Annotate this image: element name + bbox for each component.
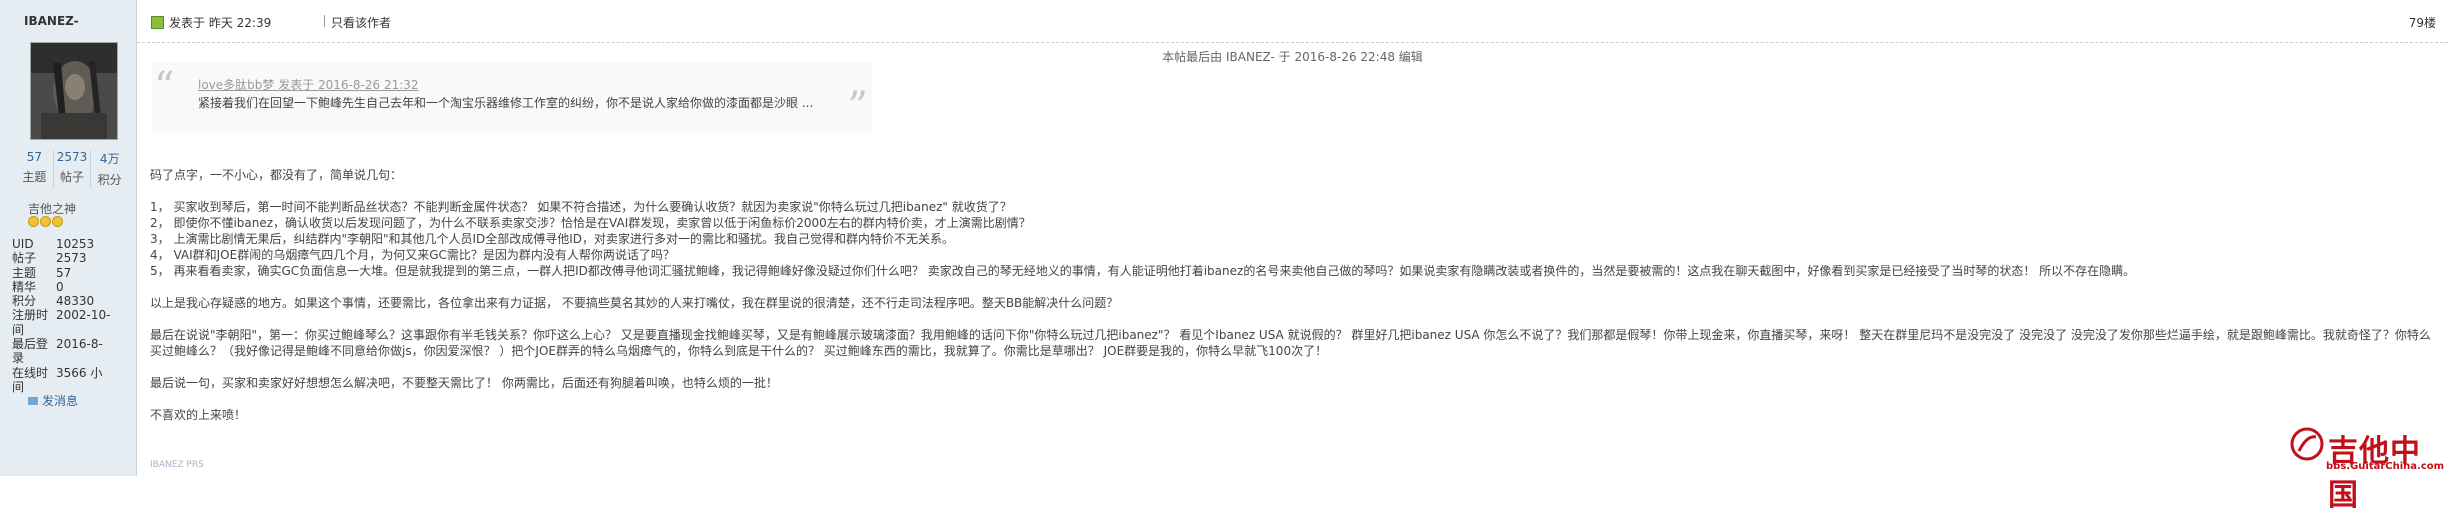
info-value: 57 <box>56 265 72 280</box>
post-paragraph: 1， 买家收到琴后，第一时间不能判断品丝状态？不能判断金属件状态？ 如果不符合描… <box>150 200 1012 214</box>
post-header: 发表于 昨天 22:39 只看该作者 79楼 <box>137 0 2448 43</box>
info-value: 3566 小 <box>56 365 103 380</box>
post-paragraph: 3， 上演需比剧情无果后，纠结群内"李朝阳"和其他几个人员ID全部改成傅寻他ID… <box>150 232 955 246</box>
post-paragraph: 最后说一句，买家和卖家好好想想怎么解决吧，不要整天需比了！ 你两需比，后面还有狗… <box>150 376 778 390</box>
open-quote-icon: “ <box>154 64 175 110</box>
send-message-button[interactable]: 发消息 <box>28 392 78 409</box>
post-paragraph: 码了点字，一不小心，都没有了，简单说几句： <box>150 168 403 182</box>
site-watermark: 吉他中国 bbs.GuitarChina.com <box>2290 425 2448 513</box>
info-row: 主题 57 <box>12 266 110 280</box>
post-paragraph: 最后在说说"李朝阳"，第一：你买过鲍峰琴么？这事跟你有半毛钱关系？你吓这么上心？… <box>150 328 2431 358</box>
info-value: 2016-8- <box>56 337 103 352</box>
info-key: 最后登录 <box>12 337 49 366</box>
stat-value[interactable]: 4万 <box>91 150 128 167</box>
user-info: UID 10253 帖子 2573 主题 57 精华 0 积分 48330 注册时间 200… <box>12 237 110 394</box>
post-paragraph: 不喜欢的上来喷！ <box>150 408 247 422</box>
user-group[interactable]: 吉他之神 <box>28 200 76 217</box>
stat-value[interactable]: 57 <box>16 150 53 164</box>
envelope-icon <box>28 396 38 405</box>
quote-block: “ love多肽bb梦 发表于 2016-8-26 21:32 紧接着我们在回望… <box>152 62 872 132</box>
divider <box>324 15 325 27</box>
author-only-link[interactable]: 只看该作者 <box>331 14 391 31</box>
post-paragraph <box>150 183 2440 199</box>
info-value: 48330 <box>56 294 95 309</box>
post-time: 发表于 昨天 22:39 <box>169 16 272 30</box>
avatar[interactable] <box>30 42 118 140</box>
info-key: 积分 <box>12 294 37 309</box>
star-icon <box>28 216 39 227</box>
stat-points[interactable]: 4万 积分 <box>91 150 128 188</box>
info-key: 主题 <box>12 265 37 280</box>
author-name[interactable]: IBANEZ- <box>24 14 79 28</box>
info-value: 10253 <box>56 237 95 251</box>
info-row: 精华 0 <box>12 280 110 294</box>
info-row: UID 10253 <box>12 237 110 251</box>
post-paragraph: 5， 再来看看卖家，确实GC负面信息一大堆。但是就我提到的第三点，一群人把ID都… <box>150 264 2136 278</box>
info-value: 2002-10- <box>56 308 111 323</box>
post-paragraph <box>150 359 2440 375</box>
post-body: 码了点字，一不小心，都没有了，简单说几句： 1， 买家收到琴后，第一时间不能判断… <box>150 167 2440 423</box>
post-paragraph: 以上是我心存疑惑的地方。如果这个事情，还要需比，各位拿出来有力证据， 不要搞些莫… <box>150 296 1119 310</box>
post-paragraph: 4， VAI群和JOE群闹的乌烟瘴气四几个月，为何又来GC需比？是因为群内没有人… <box>150 248 675 262</box>
signature: IBANEZ PRS <box>150 460 204 470</box>
quote-text: 紧接着我们在回望一下鲍峰先生自己去年和一个淘宝乐器维修工作室的纠纷，你不是说人家… <box>198 96 814 110</box>
stat-label: 积分 <box>97 173 122 187</box>
edit-notice-text: 本帖最后由 IBANEZ- 于 2016-8-26 22:48 编辑 <box>1162 50 1423 64</box>
floor-number[interactable]: 79楼 <box>2409 14 2436 31</box>
post-paragraph <box>150 311 2440 327</box>
info-row: 在线时间 3566 小 <box>12 366 110 395</box>
quote-author-link[interactable]: love多肽bb梦 发表于 2016-8-26 21:32 <box>198 76 419 93</box>
info-key: UID <box>12 237 34 251</box>
info-value: 2573 <box>56 251 87 266</box>
guitar-logo-icon <box>2290 427 2324 461</box>
info-key: 注册时间 <box>12 308 49 337</box>
info-key: 帖子 <box>12 251 37 266</box>
online-status-icon <box>151 16 164 29</box>
author-sidebar: IBANEZ- 57 主题 2573 帖子 4万 积分 吉他之神 UID 102… <box>0 0 137 476</box>
stat-value[interactable]: 2573 <box>54 150 91 164</box>
close-quote-icon: ” <box>847 84 868 130</box>
post-paragraph: 2， 即使你不懂ibanez，确认收货以后发现问题了，为什么不联系卖家交涉？恰恰… <box>150 216 1031 230</box>
info-key: 在线时间 <box>12 365 49 394</box>
stat-topics[interactable]: 57 主题 <box>16 150 54 188</box>
post-paragraph <box>150 279 2440 295</box>
star-icon <box>40 216 51 227</box>
info-row: 注册时间 2002-10- <box>12 308 110 337</box>
info-key: 精华 <box>12 279 37 294</box>
star-icon <box>52 216 63 227</box>
info-row: 积分 48330 <box>12 294 110 308</box>
info-row: 最后登录 2016-8- <box>12 337 110 366</box>
info-row: 帖子 2573 <box>12 251 110 265</box>
user-stats: 57 主题 2573 帖子 4万 积分 <box>16 150 128 188</box>
watermark-url: bbs.GuitarChina.com <box>2326 461 2445 472</box>
send-message-label: 发消息 <box>42 394 79 408</box>
rank-stars <box>28 216 63 227</box>
stat-label: 帖子 <box>60 170 85 184</box>
stat-label: 主题 <box>22 170 47 184</box>
stat-posts[interactable]: 2573 帖子 <box>54 150 92 188</box>
info-value: 0 <box>56 279 64 294</box>
post-paragraph <box>150 391 2440 407</box>
